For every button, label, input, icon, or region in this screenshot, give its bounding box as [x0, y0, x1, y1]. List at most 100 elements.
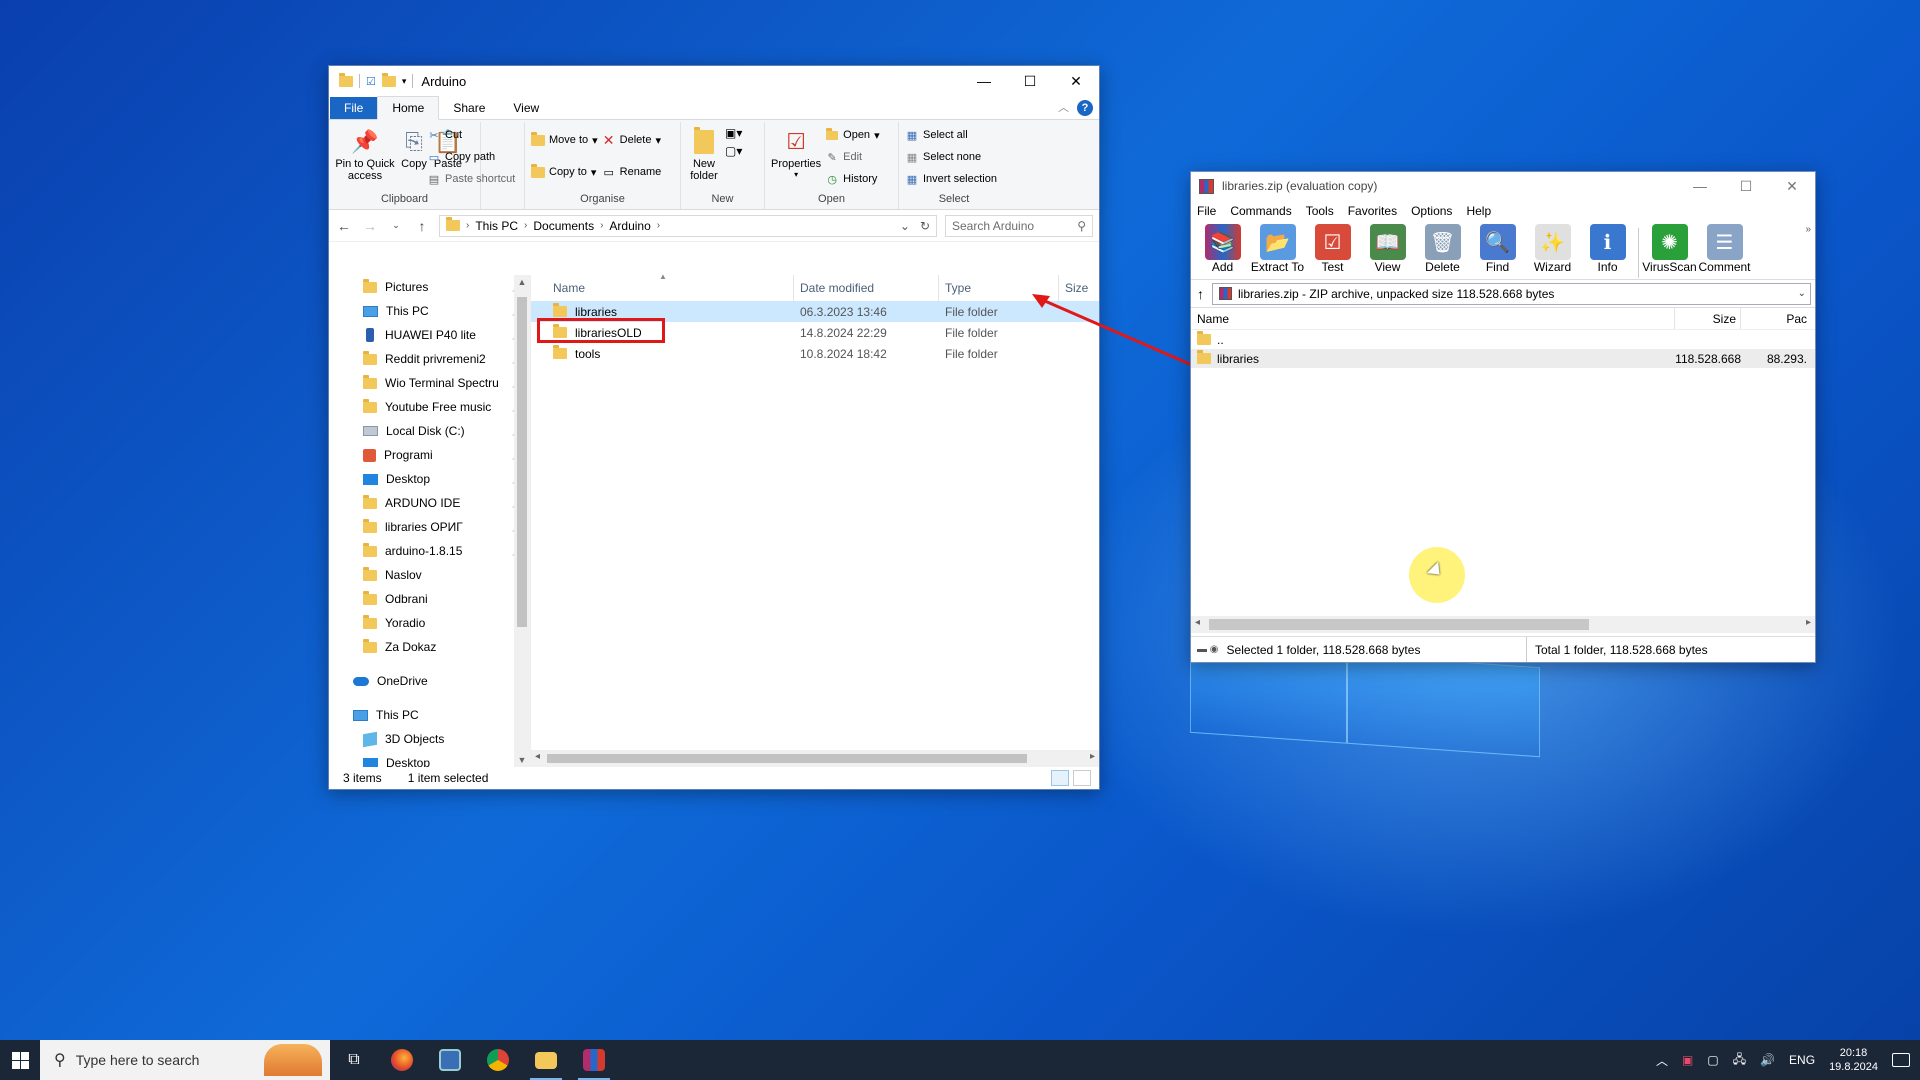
- tab-share[interactable]: Share: [439, 97, 499, 119]
- explorer-titlebar[interactable]: ☑ ▾ Arduino — ☐ ✕: [329, 66, 1099, 96]
- show-hidden-icons-icon[interactable]: ︿: [1656, 1052, 1668, 1069]
- tool-info-button[interactable]: ℹ Info: [1580, 224, 1635, 274]
- help-icon[interactable]: ?: [1077, 100, 1093, 116]
- toolbar-overflow-icon[interactable]: »: [1805, 224, 1811, 235]
- forward-arrow-icon[interactable]: →: [361, 218, 379, 234]
- tool-add-button[interactable]: 📚 Add: [1195, 224, 1250, 274]
- winrar-close-button[interactable]: ✕: [1769, 171, 1815, 201]
- new-item-icon[interactable]: ▣▾: [725, 126, 742, 140]
- network-icon[interactable]: 🖧: [1733, 1050, 1746, 1071]
- app-tray-icon[interactable]: ▣: [1682, 1053, 1693, 1067]
- edit-button[interactable]: ✎ Edit: [825, 148, 879, 166]
- tab-view[interactable]: View: [499, 97, 553, 119]
- nav-item[interactable]: Naslov: [329, 563, 530, 587]
- address-dropdown-icon[interactable]: ⌄: [900, 219, 910, 233]
- menu-item-commands[interactable]: Commands: [1230, 204, 1291, 218]
- nav-item[interactable]: Programi📌: [329, 443, 530, 467]
- nav-item[interactable]: 3D Objects: [329, 727, 530, 751]
- easy-access-icon[interactable]: ▢▾: [725, 144, 742, 158]
- path-dropdown-icon[interactable]: ⌄: [1798, 288, 1806, 299]
- rename-button[interactable]: ▭ Rename: [602, 158, 661, 186]
- refresh-icon[interactable]: ↻: [920, 219, 930, 233]
- up-arrow-icon[interactable]: ↑: [413, 218, 431, 234]
- breadcrumb-documents[interactable]: Documents: [533, 219, 594, 233]
- nav-item[interactable]: arduino-1.8.15📌: [329, 539, 530, 563]
- task-view-button[interactable]: ⧉: [330, 1040, 378, 1080]
- tool-wizard-button[interactable]: ✨ Wizard: [1525, 224, 1580, 274]
- archive-path-field[interactable]: libraries.zip - ZIP archive, unpacked si…: [1212, 282, 1811, 305]
- menu-item-favorites[interactable]: Favorites: [1348, 204, 1397, 218]
- nav-item[interactable]: Odbrani: [329, 587, 530, 611]
- new-folder-button[interactable]: New folder: [687, 122, 721, 182]
- clock[interactable]: 20:18 19.8.2024: [1829, 1046, 1878, 1074]
- taskbar-search-box[interactable]: ⚲ Type here to search: [40, 1040, 330, 1080]
- nav-item[interactable]: This PC📌: [329, 299, 530, 323]
- winrar-hscrollbar[interactable]: ◂ ▸: [1191, 616, 1815, 633]
- select-all-button[interactable]: ▦ Select all: [905, 126, 1003, 144]
- notification-center-icon[interactable]: [1892, 1053, 1910, 1067]
- recent-locations-icon[interactable]: ⌄: [387, 220, 405, 231]
- nav-item[interactable]: Pictures📌: [329, 275, 530, 299]
- invert-selection-button[interactable]: ▦ Invert selection: [905, 170, 1003, 188]
- winrar-minimize-button[interactable]: —: [1677, 171, 1723, 201]
- nav-item[interactable]: ARDUNO IDE📌: [329, 491, 530, 515]
- archive-row[interactable]: libraries 118.528.668 88.293.: [1191, 349, 1815, 368]
- navigation-pane[interactable]: Pictures📌This PC📌HUAWEI P40 lite📌Reddit …: [329, 275, 531, 767]
- nav-item[interactable]: OneDrive: [329, 669, 530, 693]
- nav-item[interactable]: Youtube Free music📌: [329, 395, 530, 419]
- tool-view-button[interactable]: 📖 View: [1360, 224, 1415, 274]
- winrar-maximize-button[interactable]: ☐: [1723, 171, 1769, 201]
- cut-button[interactable]: ✂ Cut: [427, 126, 518, 144]
- address-bar[interactable]: › This PC › Documents › Arduino › ⌄ ↻: [439, 214, 937, 237]
- nav-item[interactable]: Desktop: [329, 751, 530, 767]
- open-button[interactable]: Open ▾: [825, 126, 880, 144]
- tool-extract-to-button[interactable]: 📂 Extract To: [1250, 224, 1305, 274]
- paste-shortcut-button[interactable]: ▤ Paste shortcut: [427, 170, 518, 188]
- copy-path-button[interactable]: ▭ Copy path: [427, 148, 518, 166]
- file-hscrollbar[interactable]: ◂ ▸: [531, 750, 1099, 767]
- move-to-button[interactable]: Move to ▾: [531, 126, 598, 154]
- column-date-modified[interactable]: Date modified: [794, 275, 939, 301]
- firefox-taskbar-button[interactable]: [378, 1040, 426, 1080]
- close-button[interactable]: ✕: [1053, 66, 1099, 96]
- start-button[interactable]: [0, 1040, 40, 1080]
- tool-delete-button[interactable]: 🗑 Delete: [1415, 224, 1470, 274]
- new-folder-quick-icon[interactable]: [381, 72, 396, 87]
- properties-quick-icon[interactable]: ☑: [366, 75, 376, 88]
- history-button[interactable]: ◷ History: [825, 170, 879, 188]
- menu-item-file[interactable]: File: [1197, 204, 1216, 218]
- properties-button[interactable]: ☑ Properties ▾: [771, 122, 821, 179]
- up-folder-icon[interactable]: ↑: [1197, 286, 1204, 302]
- tool-test-button[interactable]: ☑ Test: [1305, 224, 1360, 274]
- nav-item[interactable]: Local Disk (C:)📌: [329, 419, 530, 443]
- tool-virusscan-button[interactable]: ✺ VirusScan: [1642, 224, 1697, 274]
- nav-item[interactable]: Za Dokaz: [329, 635, 530, 659]
- breadcrumb-arduino[interactable]: Arduino: [609, 219, 650, 233]
- nav-item[interactable]: This PC: [329, 703, 530, 727]
- winrar-titlebar[interactable]: libraries.zip (evaluation copy) — ☐ ✕: [1191, 172, 1815, 200]
- file-explorer-taskbar-button[interactable]: [522, 1040, 570, 1080]
- tab-file[interactable]: File: [330, 97, 378, 119]
- nav-item[interactable]: Yoradio: [329, 611, 530, 635]
- chrome-taskbar-button[interactable]: [474, 1040, 522, 1080]
- collapse-ribbon-icon[interactable]: ︿: [1058, 99, 1069, 115]
- search-input[interactable]: Search Arduino ⚲: [945, 214, 1093, 237]
- archive-row[interactable]: ..: [1191, 330, 1815, 349]
- file-row[interactable]: tools 10.8.2024 18:42 File folder: [531, 343, 1099, 364]
- winrar-taskbar-button[interactable]: [570, 1040, 618, 1080]
- customize-quick-access-icon[interactable]: ▾: [402, 76, 407, 87]
- large-icons-view-icon[interactable]: [1073, 770, 1091, 786]
- tool-comment-button[interactable]: ☰ Comment: [1697, 224, 1752, 274]
- nav-item[interactable]: Reddit privremeni2📌: [329, 347, 530, 371]
- delete-button[interactable]: ✕ Delete ▾: [602, 126, 662, 154]
- volume-icon[interactable]: 🔊: [1760, 1053, 1775, 1067]
- minimize-button[interactable]: —: [961, 66, 1007, 96]
- breadcrumb-this-pc[interactable]: This PC: [475, 219, 518, 233]
- nav-item[interactable]: Desktop📌: [329, 467, 530, 491]
- menu-item-help[interactable]: Help: [1466, 204, 1491, 218]
- nav-item[interactable]: Wio Terminal Spectru📌: [329, 371, 530, 395]
- tab-home[interactable]: Home: [377, 96, 440, 120]
- copy-to-button[interactable]: Copy to ▾: [531, 158, 598, 186]
- menu-item-options[interactable]: Options: [1411, 204, 1452, 218]
- details-view-icon[interactable]: [1051, 770, 1069, 786]
